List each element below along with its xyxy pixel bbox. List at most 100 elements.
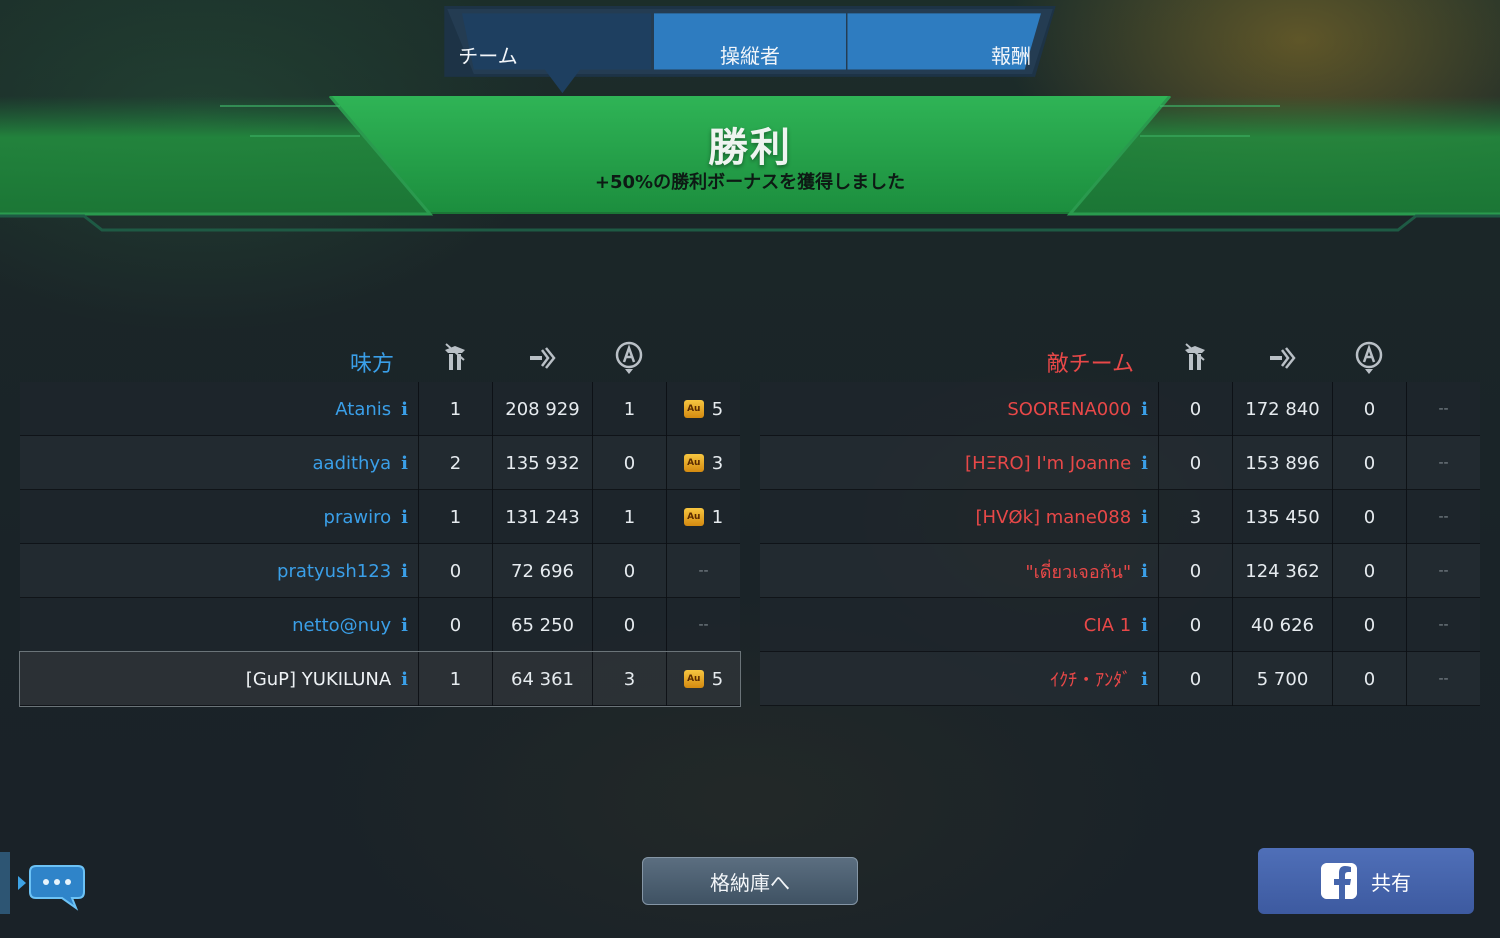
player-name[interactable]: prawiro (324, 507, 392, 528)
ally-row[interactable]: Atanis i 1 208 929 1 Au 5 (20, 382, 740, 436)
ally-row[interactable]: aadithya i 2 135 932 0 Au 3 (20, 436, 740, 490)
kills-value: 0 (418, 544, 492, 598)
beacons-value: 0 (1332, 436, 1406, 490)
ally-row[interactable]: prawiro i 1 131 243 1 Au 1 (20, 490, 740, 544)
info-icon[interactable]: i (401, 615, 408, 636)
damage-value: 65 250 (492, 598, 592, 652)
damage-icon (1270, 347, 1296, 369)
gold-reward: -- (1406, 652, 1480, 706)
beacon-capture-icon (615, 341, 643, 374)
kills-value: 0 (1158, 652, 1232, 706)
go-to-hangar-button[interactable]: 格納庫へ (642, 857, 858, 905)
player-name[interactable]: netto@nuy (292, 615, 391, 636)
info-icon[interactable]: i (1141, 615, 1148, 636)
ally-team-label: 味方 (349, 352, 394, 377)
ally-table-header: 味方 (20, 336, 740, 382)
info-icon[interactable]: i (401, 669, 408, 690)
damage-value: 172 840 (1232, 382, 1332, 436)
gold-medal-icon: Au (683, 508, 704, 526)
damage-value: 135 450 (1232, 490, 1332, 544)
damage-value: 40 626 (1232, 598, 1332, 652)
damage-value: 131 243 (492, 490, 592, 544)
ally-row[interactable]: pratyush123 i 0 72 696 0 -- (20, 544, 740, 598)
enemy-row[interactable]: SOORENA000 i 0 172 840 0 -- (760, 382, 1480, 436)
player-name[interactable]: ｲｸﾁ・ｱﾝﾀﾞ (1050, 666, 1131, 692)
chat-button[interactable] (0, 848, 90, 918)
enemy-table-header: 敵チーム (760, 336, 1480, 382)
player-name[interactable]: CIA 1 (1084, 615, 1131, 636)
tab-pilots[interactable]: 操縦者 (620, 16, 880, 92)
victory-bonus-text: +50%の勝利ボーナスを獲得しました (594, 172, 906, 193)
enemy-row[interactable]: [HΞRO] I'm Joanne i 0 153 896 0 -- (760, 436, 1480, 490)
enemy-row[interactable]: ｲｸﾁ・ｱﾝﾀﾞ i 0 5 700 0 -- (760, 652, 1480, 706)
info-icon[interactable]: i (1141, 453, 1148, 474)
kills-value: 3 (1158, 490, 1232, 544)
player-name[interactable]: [GuP] YUKILUNA (246, 669, 391, 690)
gold-reward: -- (1406, 490, 1480, 544)
enemy-row[interactable]: CIA 1 i 0 40 626 0 -- (760, 598, 1480, 652)
gold-count: 3 (711, 452, 724, 474)
gold-medal-icon: Au (683, 400, 704, 418)
tab-team[interactable]: チーム (360, 16, 616, 92)
player-name[interactable]: SOORENA000 (1007, 399, 1131, 420)
info-icon[interactable]: i (401, 453, 408, 474)
tab-rewards[interactable]: 報酬 (882, 16, 1140, 92)
beacons-value: 0 (592, 598, 666, 652)
damage-value: 124 362 (1232, 544, 1332, 598)
beacons-value: 1 (592, 382, 666, 436)
damage-value: 64 361 (492, 652, 592, 706)
player-name[interactable]: [HΞRO] I'm Joanne (965, 453, 1131, 474)
beacons-value: 0 (1332, 490, 1406, 544)
gold-reward: -- (666, 544, 740, 598)
facebook-icon (1321, 863, 1357, 899)
beacon-capture-icon (1355, 341, 1383, 374)
ally-row[interactable]: netto@nuy i 0 65 250 0 -- (20, 598, 740, 652)
victory-title: 勝利 (708, 125, 792, 171)
kills-value: 0 (1158, 436, 1232, 490)
player-name[interactable]: aadithya (313, 453, 392, 474)
info-icon[interactable]: i (401, 507, 408, 528)
damage-value: 135 932 (492, 436, 592, 490)
kills-value: 1 (418, 490, 492, 544)
hangar-button-label: 格納庫へ (710, 870, 790, 895)
enemy-row[interactable]: [HVØk] mane088 i 3 135 450 0 -- (760, 490, 1480, 544)
kills-robot-icon (1185, 343, 1205, 370)
kills-robot-icon (445, 343, 465, 370)
gold-reward: -- (1406, 544, 1480, 598)
beacons-value: 0 (1332, 652, 1406, 706)
gold-reward: Au 1 (666, 490, 740, 544)
player-name[interactable]: pratyush123 (277, 561, 391, 582)
damage-value: 5 700 (1232, 652, 1332, 706)
beacons-value: 0 (1332, 544, 1406, 598)
info-icon[interactable]: i (1141, 399, 1148, 420)
beacons-value: 3 (592, 652, 666, 706)
info-icon[interactable]: i (1141, 561, 1148, 582)
gold-medal-icon: Au (683, 670, 704, 688)
beacons-value: 0 (1332, 598, 1406, 652)
gold-reward: -- (1406, 598, 1480, 652)
gold-reward: Au 3 (666, 436, 740, 490)
info-icon[interactable]: i (1141, 669, 1148, 690)
kills-value: 0 (1158, 382, 1232, 436)
gold-reward: -- (666, 598, 740, 652)
enemy-row[interactable]: "เดี่ยวเจอกัน" i 0 124 362 0 -- (760, 544, 1480, 598)
kills-value: 0 (418, 598, 492, 652)
info-icon[interactable]: i (1141, 507, 1148, 528)
kills-value: 1 (418, 382, 492, 436)
enemy-team-label: 敵チーム (1046, 352, 1134, 377)
player-name[interactable]: Atanis (335, 399, 391, 420)
player-name[interactable]: [HVØk] mane088 (976, 507, 1132, 528)
result-heading: 勝利 +50%の勝利ボーナスを獲得しました (0, 122, 1500, 194)
info-icon[interactable]: i (401, 561, 408, 582)
player-name[interactable]: "เดี่ยวเจอกัน" (1025, 557, 1131, 586)
ally-row-self[interactable]: [GuP] YUKILUNA i 1 64 361 3 Au 5 (19, 651, 741, 707)
gold-reward: Au 5 (666, 382, 740, 436)
share-button-label: 共有 (1371, 870, 1411, 895)
gold-reward: Au 5 (666, 652, 740, 706)
gold-medal-icon: Au (683, 454, 704, 472)
gold-count: 5 (711, 668, 724, 690)
info-icon[interactable]: i (401, 399, 408, 420)
beacons-value: 0 (592, 544, 666, 598)
kills-value: 2 (418, 436, 492, 490)
share-button[interactable]: 共有 (1258, 848, 1474, 914)
